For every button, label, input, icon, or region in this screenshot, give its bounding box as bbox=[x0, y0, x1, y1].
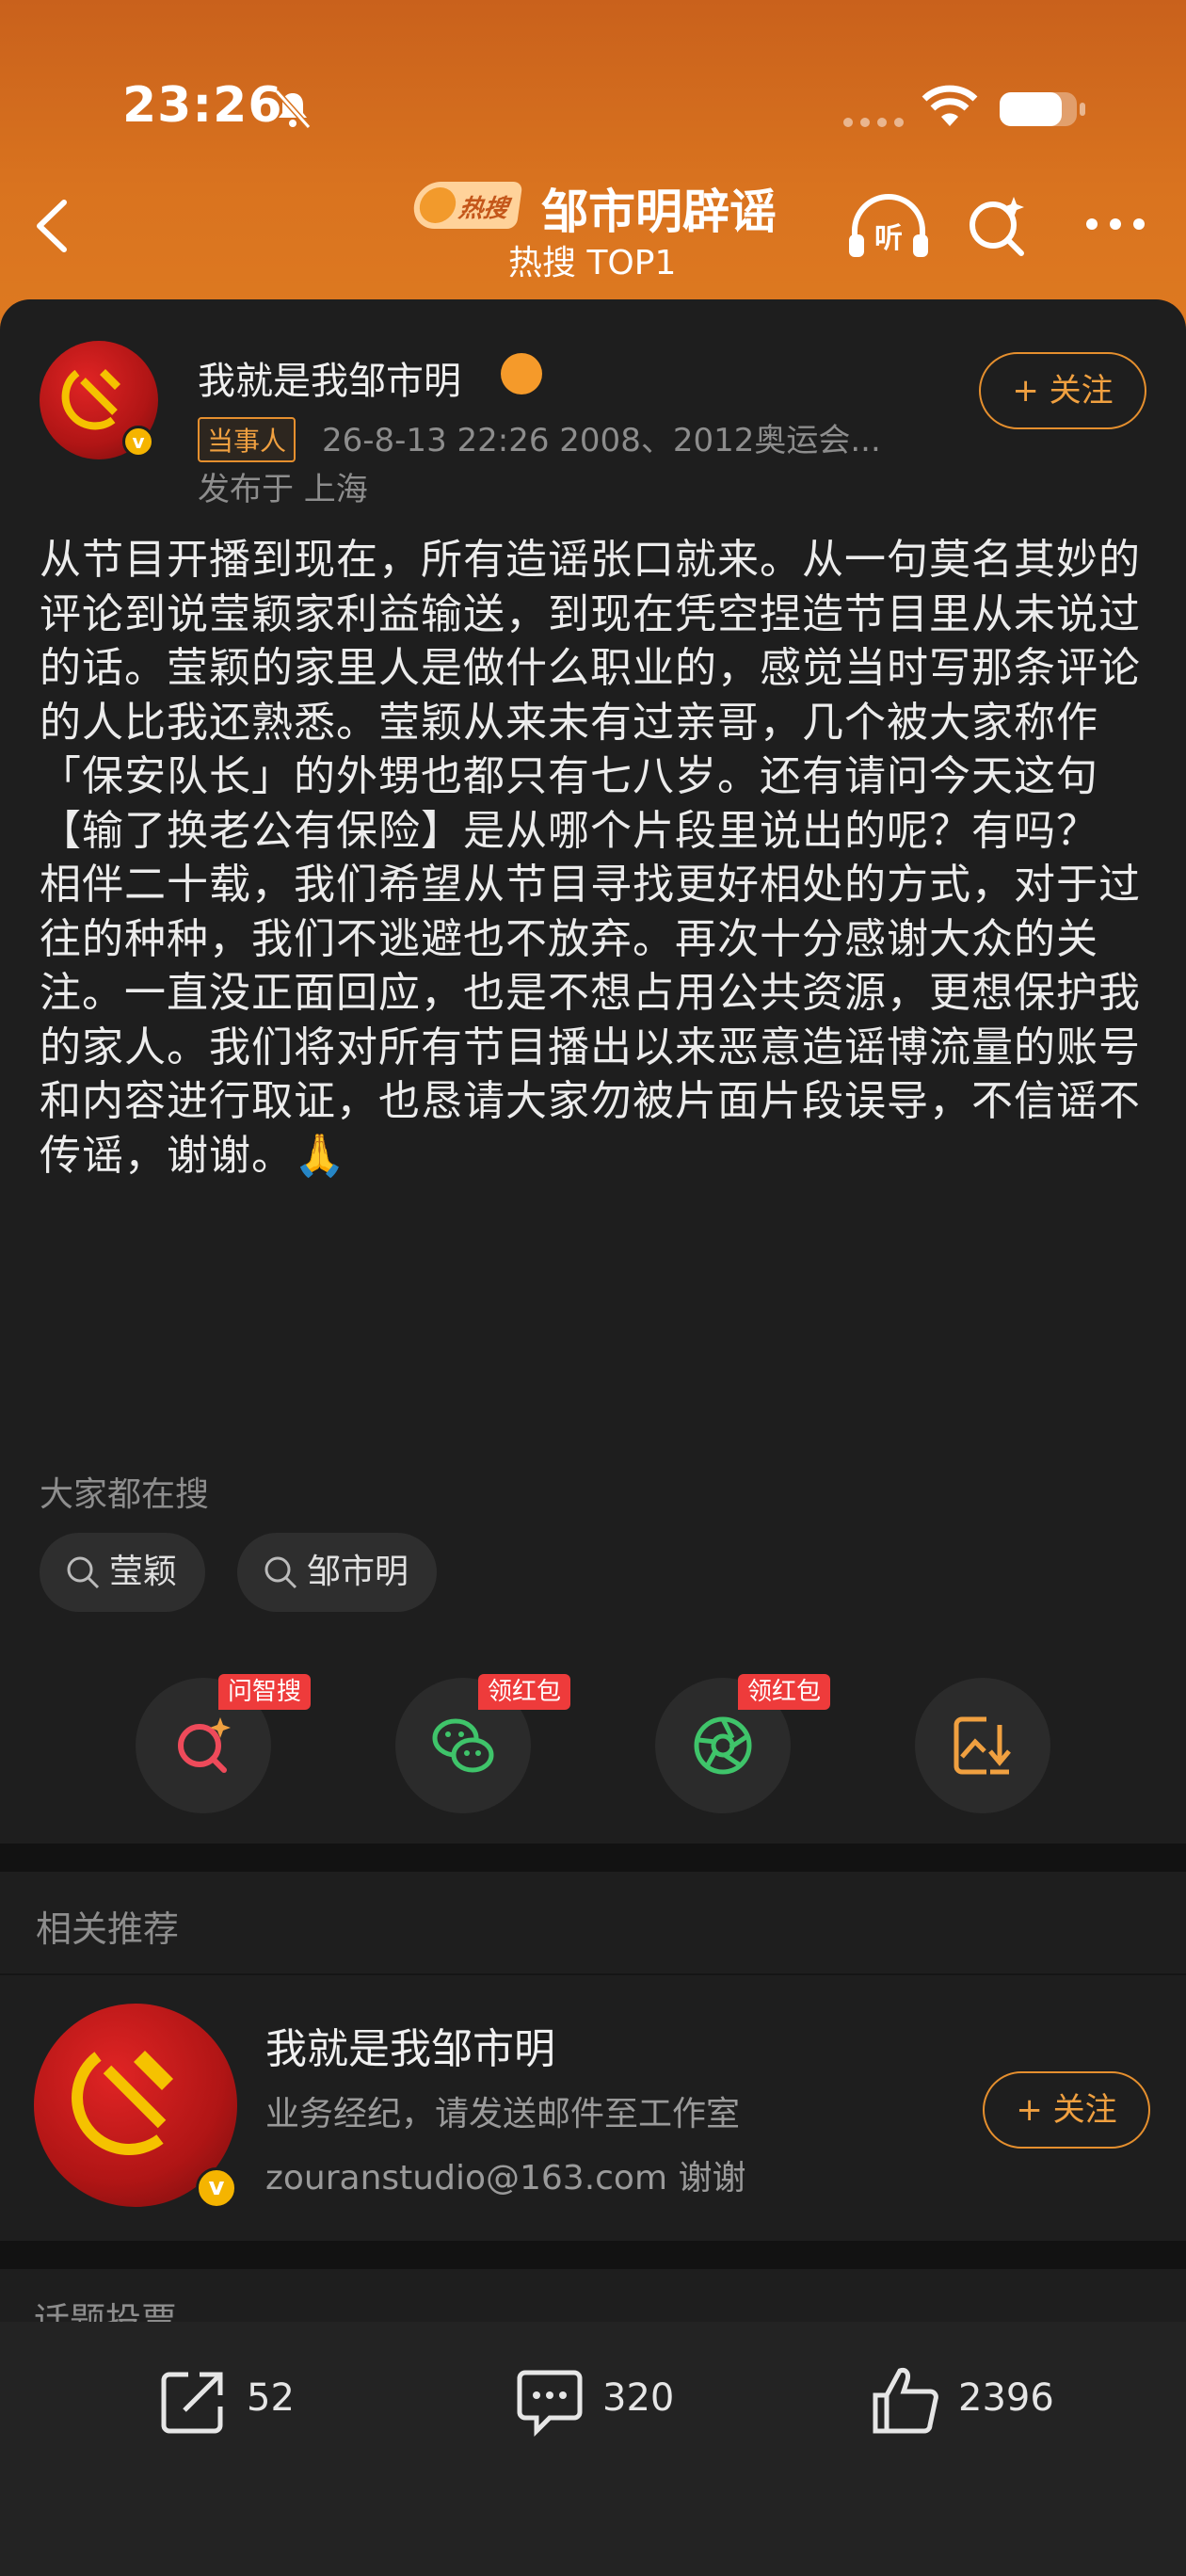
search-chip-label: 莹颖 bbox=[109, 1553, 178, 1591]
battery-icon bbox=[1000, 92, 1085, 126]
listen-headphones-icon[interactable]: 听 bbox=[845, 193, 932, 261]
share-count: 52 bbox=[247, 2376, 295, 2420]
wifi-icon bbox=[922, 85, 978, 126]
related-title: 相关推荐 bbox=[36, 1908, 180, 1950]
red-packet-tag: 领红包 bbox=[478, 1674, 571, 1710]
search-chip[interactable]: 邹市明 bbox=[237, 1533, 438, 1612]
section-separator bbox=[0, 1843, 1186, 1872]
post-body: 从节目开播到现在，所有造谣张口就来。从一句莫名其妙的评论到说莹颖家利益输送，到现… bbox=[40, 536, 1141, 1180]
search-icon bbox=[67, 1556, 100, 1589]
svg-text:听: 听 bbox=[874, 222, 903, 255]
hot-search-badge: 热搜 bbox=[410, 182, 523, 229]
thumbs-up-icon bbox=[873, 2368, 938, 2434]
search-heading: 大家都在搜 bbox=[40, 1475, 210, 1514]
status-time: 23:26 bbox=[122, 77, 283, 134]
save-image-icon bbox=[954, 1716, 1011, 1775]
like-count: 2396 bbox=[958, 2376, 1054, 2420]
post-meta: 26-8-13 22:26 2008、2012奥运会... bbox=[322, 422, 881, 459]
fish-emoji-icon bbox=[501, 353, 542, 394]
verified-icon: v bbox=[122, 426, 154, 458]
more-options-icon[interactable] bbox=[1082, 215, 1148, 233]
search-icon[interactable] bbox=[965, 193, 1031, 259]
search-chip[interactable]: 莹颖 bbox=[40, 1533, 206, 1612]
back-arrow-icon[interactable] bbox=[30, 193, 73, 259]
search-icon bbox=[264, 1556, 297, 1589]
author-name[interactable]: 我就是我邹市明 bbox=[198, 350, 461, 405]
bell-muted-icon bbox=[274, 89, 312, 130]
save-image-button[interactable] bbox=[915, 1678, 1050, 1813]
share-icon bbox=[161, 2372, 223, 2434]
ai-search-icon bbox=[178, 1717, 231, 1773]
post-location: 发布于 上海 bbox=[198, 471, 368, 508]
wechat-icon bbox=[432, 1718, 494, 1773]
header: 23:26 热搜 邹市明辟谣 热搜 TOP1 听 bbox=[0, 0, 1186, 339]
verified-icon: v bbox=[196, 2167, 237, 2209]
search-chip-label: 邹市明 bbox=[307, 1553, 409, 1591]
moments-icon bbox=[694, 1716, 752, 1775]
related-name[interactable]: 我就是我邹市明 bbox=[265, 2015, 555, 2075]
red-packet-tag: 领红包 bbox=[738, 1674, 831, 1710]
signal-icon bbox=[843, 118, 904, 127]
page: 23:26 热搜 邹市明辟谣 热搜 TOP1 听 v 我就是我邹市明 当事人 2… bbox=[0, 0, 1186, 2576]
party-tag: 当事人 bbox=[198, 417, 296, 462]
comment-icon bbox=[517, 2370, 583, 2438]
follow-button[interactable]: + 关注 bbox=[979, 352, 1146, 429]
divider bbox=[0, 1973, 1186, 1975]
section-separator bbox=[0, 2241, 1186, 2269]
ai-search-tag: 问智搜 bbox=[218, 1674, 312, 1710]
bottom-action-bar bbox=[0, 2322, 1186, 2576]
related-email: zouranstudio@163.com 谢谢 bbox=[265, 2159, 746, 2198]
page-subtitle: 热搜 TOP1 bbox=[508, 244, 677, 282]
related-desc: 业务经纪，请发送邮件至工作室 bbox=[265, 2095, 741, 2133]
page-title: 邹市明辟谣 bbox=[541, 185, 777, 239]
comment-count: 320 bbox=[602, 2376, 675, 2420]
follow-button[interactable]: + 关注 bbox=[983, 2071, 1150, 2149]
